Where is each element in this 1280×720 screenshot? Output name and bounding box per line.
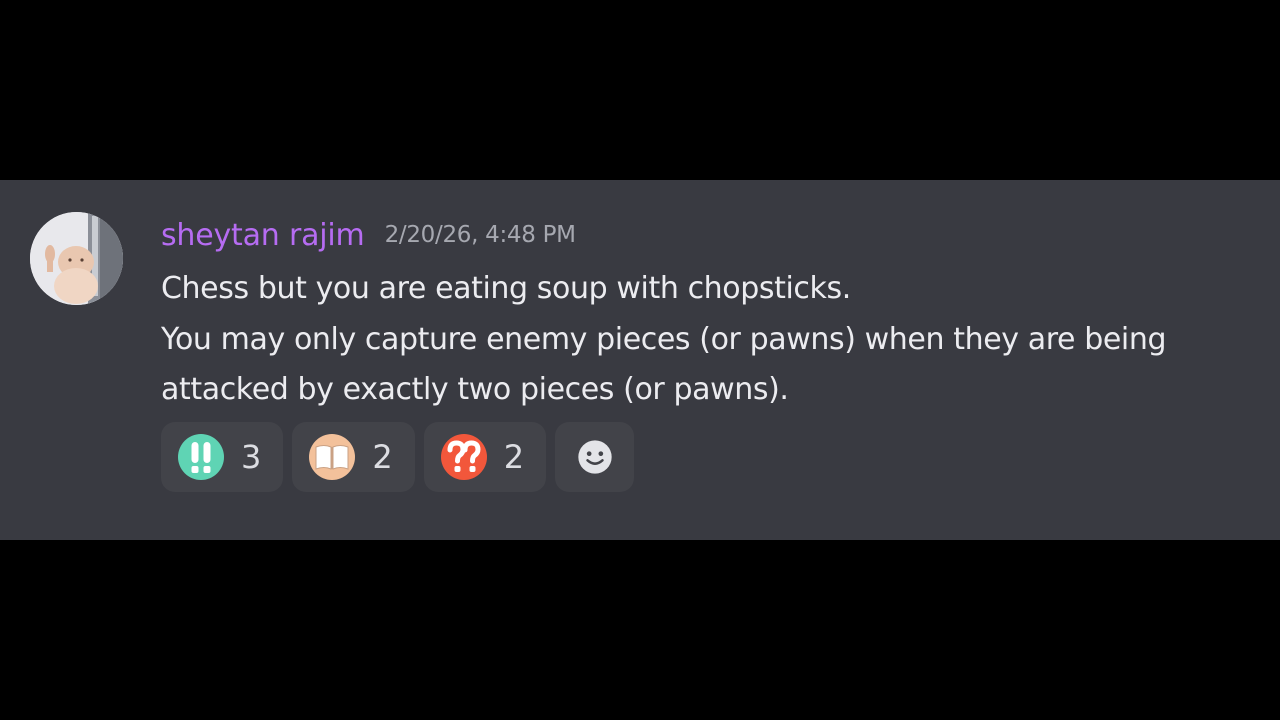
username[interactable]: sheytan rajim bbox=[161, 218, 365, 253]
avatar-photo bbox=[30, 212, 123, 305]
reaction-count: 3 bbox=[241, 438, 262, 476]
double-exclamation-icon bbox=[178, 434, 224, 480]
message-line: You may only capture enemy pieces (or pa… bbox=[161, 321, 1167, 357]
message-panel: sheytan rajim 2/20/26, 4:48 PM Chess but… bbox=[0, 180, 1280, 540]
reaction-double-question[interactable]: 2 bbox=[423, 422, 547, 492]
reactions-bar: 3 2 2 bbox=[161, 422, 635, 492]
message-line: Chess but you are eating soup with chops… bbox=[161, 271, 851, 306]
double-question-icon bbox=[440, 434, 487, 480]
message-header: sheytan rajim 2/20/26, 4:48 PM bbox=[161, 212, 576, 258]
reaction-open-book[interactable]: 2 bbox=[292, 422, 415, 492]
smiley-add-reaction-icon bbox=[577, 440, 612, 474]
message-line: attacked by exactly two pieces (or pawns… bbox=[161, 372, 789, 407]
reaction-double-exclamation[interactable]: 3 bbox=[161, 422, 284, 492]
reaction-count: 2 bbox=[503, 438, 525, 476]
avatar[interactable] bbox=[30, 212, 123, 305]
open-book-icon bbox=[309, 434, 356, 480]
reaction-count: 2 bbox=[372, 438, 393, 476]
timestamp: 2/20/26, 4:48 PM bbox=[384, 222, 576, 248]
add-reaction-button[interactable] bbox=[555, 422, 635, 492]
message-content: Chess but you are eating soup with chops… bbox=[161, 264, 1261, 416]
